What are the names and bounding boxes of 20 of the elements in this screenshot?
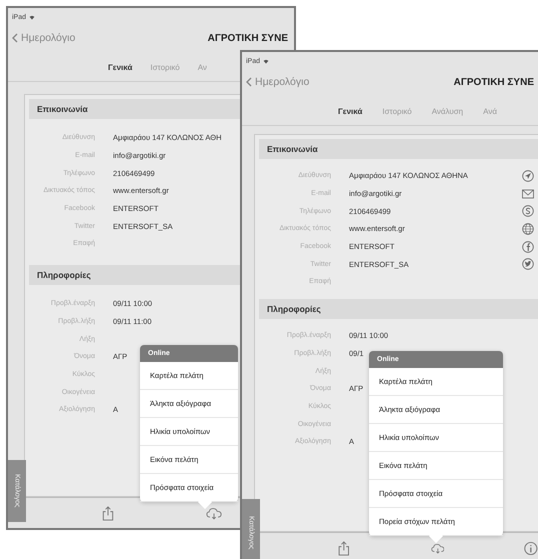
page-title: ΑΓΡΟΤΙΚΗ ΣΥΝΕ [208,32,288,44]
page-title: ΑΓΡΟΤΙΚΗ ΣΥΝΕ [454,76,534,88]
location-icon[interactable] [522,170,534,182]
tab[interactable]: Γενικά [108,62,132,72]
info-icon[interactable] [524,540,538,556]
facebook-icon[interactable] [522,240,534,253]
tab[interactable]: Γενικά [338,106,362,116]
share-icon[interactable] [100,506,116,520]
back-chevron-icon[interactable] [12,33,18,43]
share-icon[interactable] [337,540,351,556]
wifi-icon [263,58,270,64]
cloud-icon[interactable] [206,506,222,520]
section-header: Επικοινωνία [259,139,538,159]
back-chevron-icon[interactable] [246,77,252,87]
wifi-icon [29,14,36,20]
twitter-icon[interactable] [522,258,534,270]
section-header: Πληροφορίες [259,298,538,319]
skype-icon[interactable] [522,205,534,218]
mail-icon[interactable] [522,188,534,200]
globe-icon[interactable] [522,222,534,235]
